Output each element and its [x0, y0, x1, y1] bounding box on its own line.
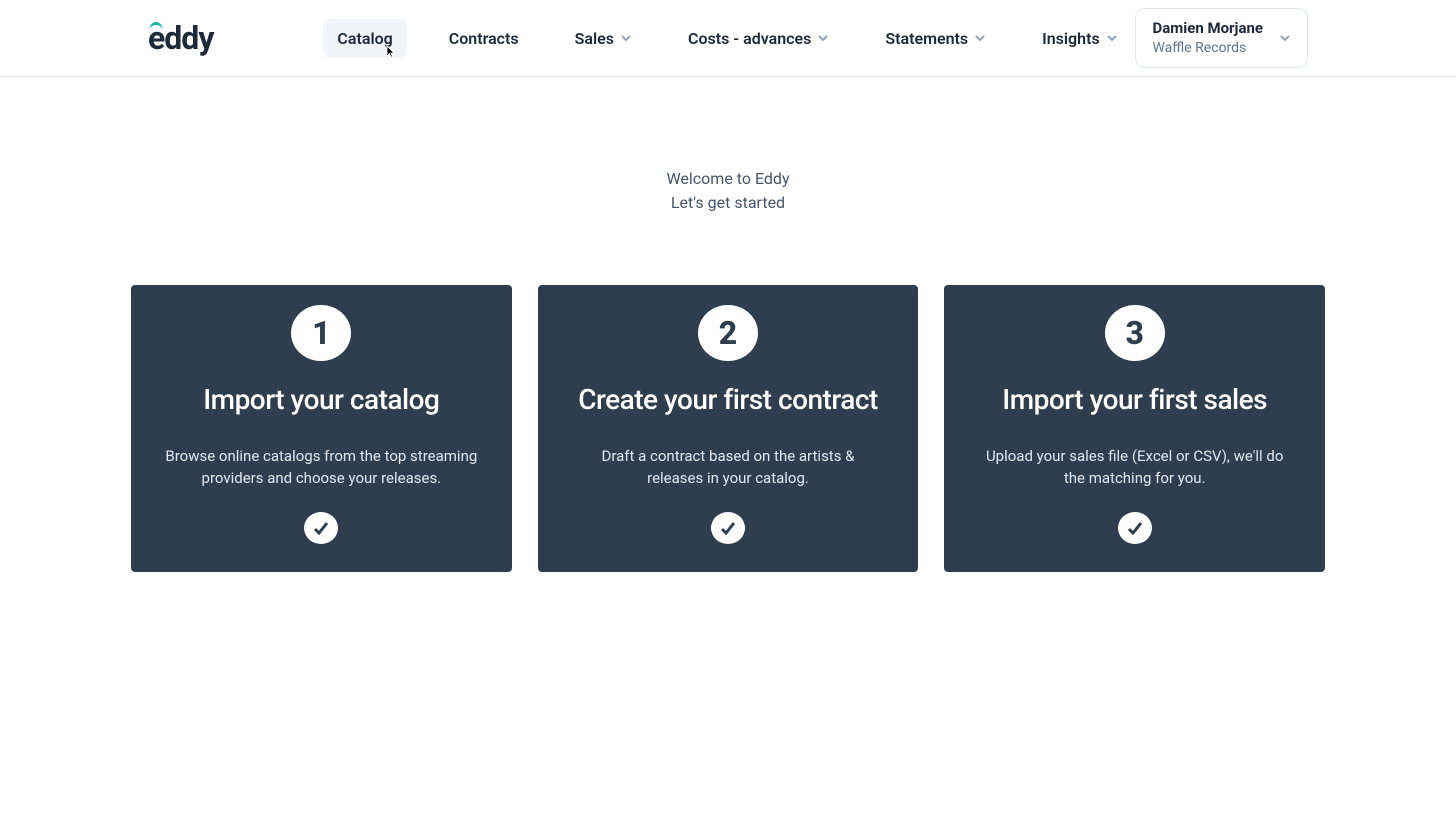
nav-label: Contracts [449, 29, 519, 48]
user-name: Damien Morjane [1152, 19, 1263, 39]
card-desc: Browse online catalogs from the top stre… [155, 446, 488, 490]
check-icon [711, 512, 745, 544]
nav-sales[interactable]: Sales [561, 19, 646, 58]
step-number: 3 [1105, 305, 1165, 361]
card-desc: Upload your sales file (Excel or CSV), w… [968, 446, 1301, 490]
welcome-line1: Welcome to Eddy [0, 167, 1456, 191]
chevron-down-icon [817, 32, 829, 44]
nav-insights[interactable]: Insights [1028, 19, 1132, 58]
nav-catalog[interactable]: Catalog [323, 19, 406, 58]
user-info: Damien Morjane Waffle Records [1152, 19, 1263, 57]
nav-label: Sales [575, 29, 614, 48]
user-org: Waffle Records [1152, 39, 1263, 57]
welcome-text: Welcome to Eddy Let's get started [0, 167, 1456, 215]
nav-label: Statements [885, 29, 968, 48]
nav-costs-advances[interactable]: Costs - advances [674, 19, 843, 58]
main-nav: Catalog Contracts Sales Costs - advances… [323, 19, 1135, 58]
chevron-down-icon [620, 32, 632, 44]
onboarding-cards: 1 Import your catalog Browse online cata… [0, 285, 1456, 572]
step-number: 1 [291, 305, 351, 361]
check-icon [304, 512, 338, 544]
card-create-contract[interactable]: 2 Create your first contract Draft a con… [538, 285, 919, 572]
main-content: Welcome to Eddy Let's get started 1 Impo… [0, 77, 1456, 572]
nav-label: Insights [1042, 29, 1100, 48]
header: eddy Catalog Contracts Sales Costs - adv… [0, 0, 1456, 77]
chevron-down-icon [1106, 32, 1118, 44]
logo[interactable]: eddy [148, 19, 213, 57]
welcome-line2: Let's get started [0, 191, 1456, 215]
card-import-sales[interactable]: 3 Import your first sales Upload your sa… [944, 285, 1325, 572]
nav-label: Catalog [337, 29, 392, 48]
nav-statements[interactable]: Statements [871, 19, 1000, 58]
user-menu[interactable]: Damien Morjane Waffle Records [1135, 8, 1308, 68]
card-title: Import your first sales [1002, 383, 1267, 416]
chevron-down-icon [974, 32, 986, 44]
card-title: Import your catalog [203, 383, 439, 416]
chevron-down-icon [1279, 32, 1291, 44]
card-desc: Draft a contract based on the artists & … [562, 446, 895, 490]
card-title: Create your first contract [578, 383, 878, 416]
check-icon [1118, 512, 1152, 544]
step-number: 2 [698, 305, 758, 361]
card-import-catalog[interactable]: 1 Import your catalog Browse online cata… [131, 285, 512, 572]
nav-label: Costs - advances [688, 29, 811, 48]
nav-contracts[interactable]: Contracts [435, 19, 533, 58]
